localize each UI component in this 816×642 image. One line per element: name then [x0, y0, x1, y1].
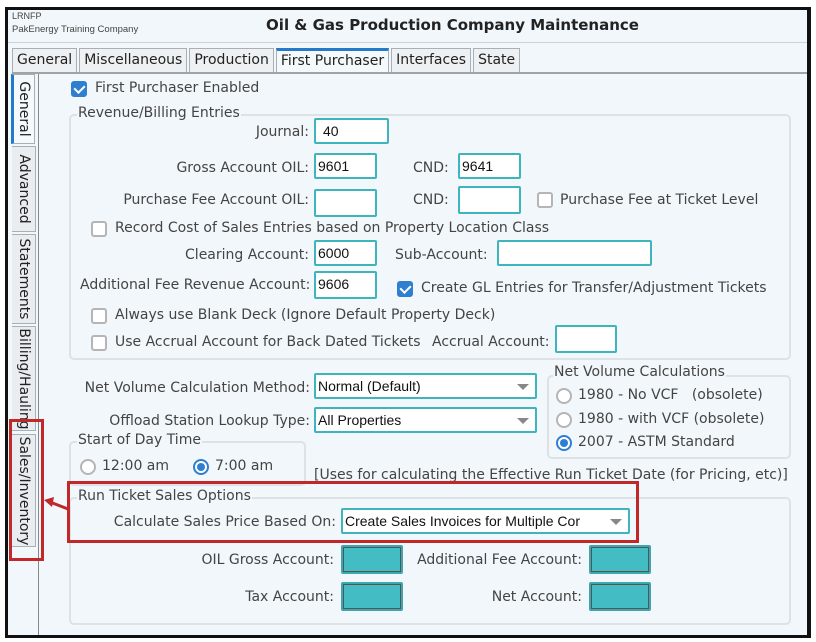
tab-miscellaneous[interactable]: Miscellaneous — [79, 48, 188, 72]
journal-label: Journal: — [255, 124, 309, 140]
tab-interfaces[interactable]: Interfaces — [391, 48, 472, 72]
journal-input[interactable]: 40 — [314, 118, 389, 144]
title-bar: LRNFP PakEnergy Training Company Oil & G… — [8, 10, 807, 43]
run-ticket-sales-highlight — [67, 481, 639, 543]
net-volume-method-select[interactable]: Normal (Default) — [314, 373, 537, 399]
nvc-2007-astm-label: 2007 - ASTM Standard — [578, 434, 735, 450]
tab-first-purchaser[interactable]: First Purchaser — [275, 48, 390, 72]
additional-fee-revenue-input[interactable]: 9606 — [314, 271, 377, 299]
always-blank-deck-label: Always use Blank Deck (Ignore Default Pr… — [115, 307, 496, 323]
purchase-fee-oil-input[interactable] — [314, 189, 377, 217]
tab-production[interactable]: Production — [189, 48, 274, 72]
sub-account-input[interactable] — [497, 240, 652, 266]
gross-account-oil-label: Gross Account OIL: — [176, 160, 309, 176]
chevron-down-icon — [517, 418, 529, 424]
record-cost-of-sales-label: Record Cost of Sales Entries based on Pr… — [115, 220, 550, 236]
clearing-account-input[interactable]: 6000 — [314, 240, 377, 266]
net-account-input[interactable] — [589, 582, 651, 611]
additional-fee-account-input[interactable] — [589, 545, 651, 574]
window-title: Oil & Gas Production Company Maintenance — [266, 16, 639, 34]
start-of-day-legend: Start of Day Time — [77, 432, 202, 448]
gross-account-cnd-label: CND: — [413, 160, 449, 176]
offload-station-lookup-select[interactable]: All Properties — [314, 407, 537, 433]
purchase-fee-ticket-level-checkbox[interactable] — [537, 192, 553, 208]
tab-general[interactable]: General — [12, 48, 78, 72]
nvc-1980-with-vcf-radio[interactable] — [556, 412, 572, 428]
gross-account-cnd-input[interactable]: 9641 — [458, 153, 521, 179]
revenue-billing-legend: Revenue/Billing Entries — [77, 105, 241, 121]
purchase-fee-ticket-level-label: Purchase Fee at Ticket Level — [560, 192, 759, 208]
create-gl-entries-checkbox[interactable] — [397, 281, 413, 297]
gross-account-oil-input[interactable]: 9601 — [314, 153, 377, 179]
net-volume-method-value: Normal (Default) — [318, 378, 421, 394]
purchase-fee-cnd-input[interactable] — [458, 186, 521, 214]
use-accrual-account-label: Use Accrual Account for Back Dated Ticke… — [115, 334, 421, 350]
nvc-2007-astm-radio[interactable] — [556, 435, 572, 451]
accrual-account-input[interactable] — [555, 325, 617, 353]
purchase-fee-oil-label: Purchase Fee Account OIL: — [123, 192, 309, 208]
tab-divider — [12, 72, 807, 74]
chevron-down-icon — [517, 384, 529, 390]
use-accrual-account-checkbox[interactable] — [91, 335, 107, 351]
clearing-account-label: Clearing Account: — [185, 247, 309, 263]
offload-station-lookup-label: Offload Station Lookup Type: — [109, 413, 310, 429]
always-blank-deck-checkbox[interactable] — [91, 308, 107, 324]
sub-account-label: Sub-Account: — [395, 247, 488, 263]
top-tab-bar: General Miscellaneous Production First P… — [12, 48, 522, 72]
start-12am-label: 12:00 am — [102, 458, 170, 474]
tab-state[interactable]: State — [473, 48, 521, 72]
annotation-arrow-icon — [44, 497, 69, 511]
start-7am-label: 7:00 am — [215, 458, 274, 474]
revenue-billing-group — [69, 114, 791, 360]
purchase-fee-cnd-label: CND: — [413, 192, 449, 208]
nvc-1980-with-vcf-label: 1980 - with VCF (obsolete) — [578, 411, 765, 427]
record-cost-of-sales-checkbox[interactable] — [91, 221, 107, 237]
sales-inventory-tab-highlight — [9, 419, 44, 561]
net-account-label: Net Account: — [491, 589, 582, 605]
first-purchaser-enabled-checkbox[interactable] — [71, 81, 87, 97]
start-12am-radio[interactable] — [80, 459, 96, 475]
first-purchaser-enabled-label: First Purchaser Enabled — [95, 80, 260, 96]
create-gl-entries-label: Create GL Entries for Transfer/Adjustmen… — [421, 280, 767, 296]
start-7am-radio[interactable] — [193, 459, 209, 475]
nvc-1980-no-vcf-radio[interactable] — [556, 388, 572, 404]
additional-fee-account-label: Additional Fee Account: — [417, 552, 582, 568]
accrual-account-label: Accrual Account: — [432, 334, 550, 350]
offload-station-lookup-value: All Properties — [318, 412, 402, 428]
side-tab-advanced[interactable]: Advanced — [12, 146, 36, 232]
net-volume-calculations-legend: Net Volume Calculations — [553, 364, 726, 380]
additional-fee-revenue-label: Additional Fee Revenue Account: — [80, 277, 311, 293]
net-volume-method-label: Net Volume Calculation Method: — [84, 380, 310, 396]
nvc-1980-no-vcf-label: 1980 - No VCF (obsolete) — [578, 387, 763, 403]
